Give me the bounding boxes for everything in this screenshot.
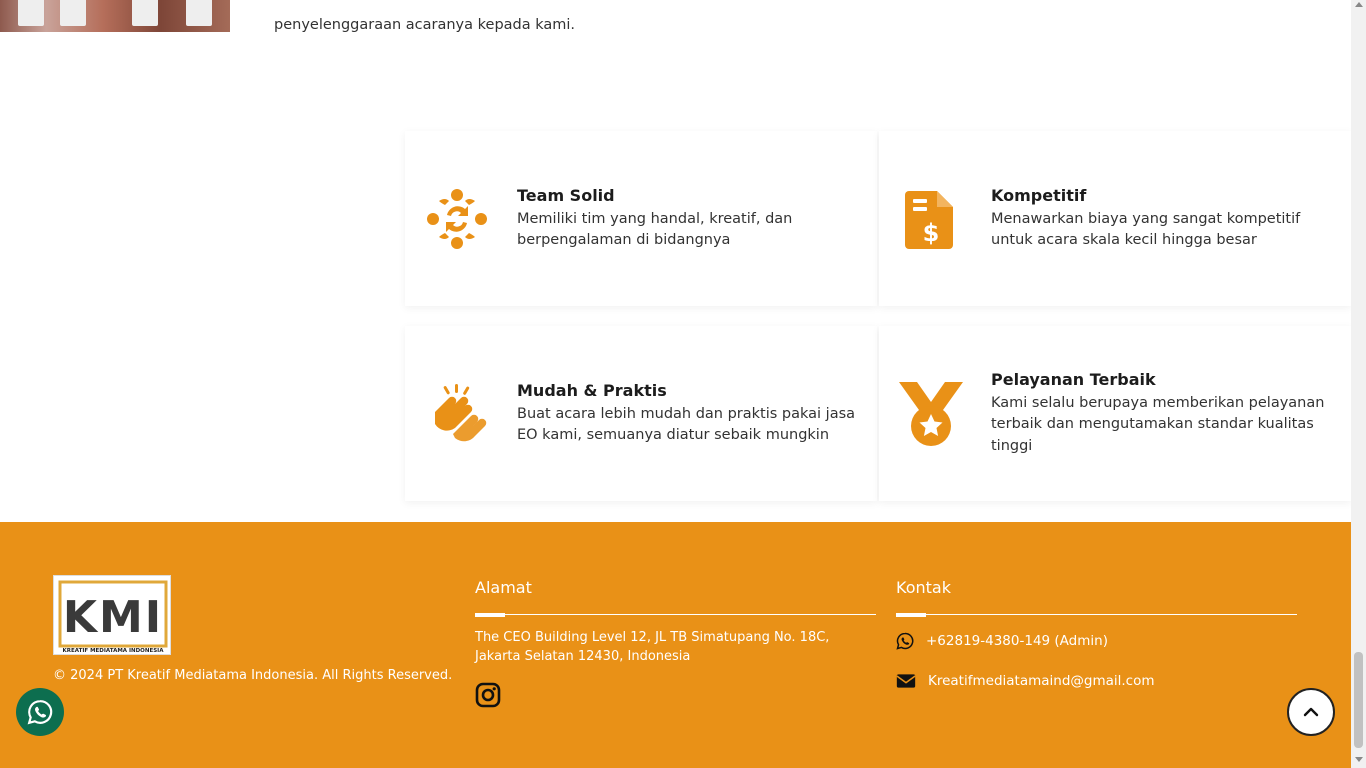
address-heading: Alamat	[475, 578, 532, 597]
feature-description: Memiliki tim yang handal, kreatif, dan b…	[517, 210, 793, 249]
feature-description: Buat acara lebih mudah dan praktis pakai…	[517, 405, 856, 444]
page-scrollbar[interactable]	[1351, 0, 1366, 768]
medal-icon	[899, 381, 963, 446]
whatsapp-icon	[27, 700, 53, 725]
feature-description: Menawarkan biaya yang sangat kompetitif …	[991, 210, 1301, 249]
feature-title: Team Solid	[517, 185, 615, 205]
event-photo	[0, 0, 230, 32]
chevron-up-icon	[1303, 707, 1319, 717]
phone-contact[interactable]: +62819-4380-149 (Admin)	[896, 632, 1108, 650]
feature-title: Pelayanan Terbaik	[991, 369, 1156, 389]
feature-description: Kami selalu berupaya memberikan pelayana…	[991, 394, 1325, 454]
feature-title: Kompetitif	[991, 185, 1087, 205]
contact-divider	[896, 613, 1297, 617]
copyright-text: © 2024 PT Kreatif Mediatama Indonesia. A…	[53, 668, 453, 683]
invoice-dollar-icon: $	[905, 190, 953, 249]
site-footer: KMI KREATIF MEDIATAMA INDONESIA © 2024 P…	[0, 522, 1351, 768]
instagram-icon[interactable]	[475, 682, 501, 708]
feature-title: Mudah & Praktis	[517, 380, 667, 400]
svg-text:KMI: KMI	[63, 592, 163, 643]
feature-card-mudah-praktis: Mudah & Praktis Buat acara lebih mudah d…	[405, 326, 877, 501]
back-to-top-button[interactable]	[1287, 688, 1335, 736]
hands-icon	[435, 383, 487, 441]
email-address: Kreatifmediatamaind@gmail.com	[928, 673, 1155, 689]
feature-card-pelayanan-terbaik: Pelayanan Terbaik Kami selalu berupaya m…	[879, 326, 1351, 501]
address-divider	[475, 613, 876, 617]
envelope-icon	[896, 674, 916, 688]
contact-heading: Kontak	[896, 578, 951, 597]
about-paragraph-tail: penyelenggaraan acaranya kepada kami.	[274, 17, 576, 33]
email-contact[interactable]: Kreatifmediatamaind@gmail.com	[896, 672, 1155, 690]
phone-number: +62819-4380-149 (Admin)	[926, 633, 1108, 649]
feature-card-team-solid: Team Solid Memiliki tim yang handal, kre…	[405, 131, 877, 306]
company-logo[interactable]: KMI KREATIF MEDIATAMA INDONESIA	[53, 575, 171, 655]
svg-text:$: $	[923, 219, 940, 247]
team-icon	[427, 188, 487, 249]
whatsapp-float-button[interactable]	[16, 688, 64, 736]
address-text: The CEO Building Level 12, JL TB Simatup…	[475, 630, 830, 664]
svg-text:KREATIF MEDIATAMA INDONESIA: KREATIF MEDIATAMA INDONESIA	[63, 648, 165, 654]
scroll-up-arrow[interactable]	[1355, 2, 1363, 7]
scrollbar-thumb[interactable]	[1354, 652, 1363, 748]
scroll-down-arrow[interactable]	[1355, 757, 1363, 762]
whatsapp-icon	[896, 632, 914, 650]
feature-card-kompetitif: $ Kompetitif Menawarkan biaya yang sanga…	[879, 131, 1351, 306]
